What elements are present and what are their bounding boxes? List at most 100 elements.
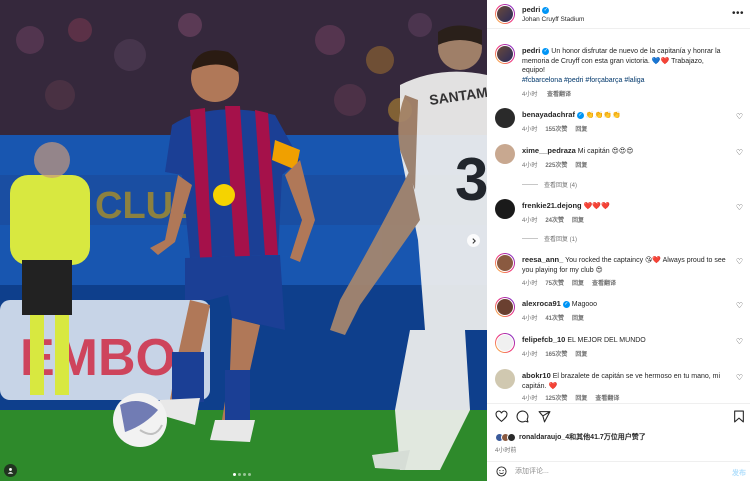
liker-avatars — [495, 432, 516, 442]
post-details-panel: pedri ✓ Johan Cruyff Stadium ••• pedri ✓ U… — [487, 0, 750, 481]
reply-button[interactable]: 回复 — [575, 396, 587, 402]
comment-text: felipefcb_10 EL MEJOR DEL MUNDO — [522, 335, 727, 346]
author-username[interactable]: pedri — [522, 5, 540, 14]
likes-text[interactable]: ronaldaraujo_4和其他41.7万位用户赞了 — [519, 432, 646, 442]
commenter-avatar[interactable] — [495, 369, 515, 389]
commenter-avatar[interactable] — [495, 297, 515, 317]
comment-likes[interactable]: 41次赞 — [545, 316, 564, 322]
comment-username[interactable]: xime__pedraza — [522, 146, 576, 155]
comment-username[interactable]: felipefcb_10 — [522, 335, 565, 344]
heart-icon[interactable]: ♡ — [736, 148, 743, 157]
emoji-icon[interactable] — [496, 466, 507, 477]
comment-icon[interactable] — [516, 410, 529, 423]
bookmark-icon[interactable] — [733, 410, 745, 423]
verified-icon: ✓ — [576, 111, 584, 119]
likes-summary[interactable]: ronaldaraujo_4和其他41.7万位用户赞了 — [495, 432, 646, 442]
heart-icon[interactable] — [495, 410, 508, 423]
comment-time: 4小时 — [522, 218, 538, 224]
carousel-dot — [238, 473, 241, 476]
location-link[interactable]: Johan Cruyff Stadium — [522, 16, 584, 23]
comment-text: alexroca91 ✓ Magooo — [522, 299, 727, 310]
caption-time: 4小时 — [522, 92, 538, 98]
comment-item: felipefcb_10 EL MEJOR DEL MUNDO 4小时 165次赞… — [495, 333, 745, 361]
comment-time: 4小时 — [522, 316, 538, 322]
comment-likes[interactable]: 125次赞 — [545, 396, 567, 402]
author-avatar[interactable] — [495, 44, 515, 64]
translate-link[interactable]: 查看翻译 — [547, 92, 571, 98]
more-icon[interactable]: ••• — [732, 9, 744, 19]
post-header: pedri ✓ Johan Cruyff Stadium ••• — [487, 0, 750, 29]
share-icon[interactable] — [538, 410, 551, 423]
comment-text: xime__pedraza Mi capitán 😍😍😍 — [522, 146, 727, 157]
jersey-number: 3 — [455, 146, 487, 213]
translate-link[interactable]: 查看翻译 — [592, 281, 616, 287]
reply-button[interactable]: 回复 — [572, 218, 584, 224]
comment-username[interactable]: frenkie21.dejong — [522, 201, 582, 210]
carousel-dot — [248, 473, 251, 476]
comment-username[interactable]: benayadachraf — [522, 110, 575, 119]
comment-text: frenkie21.dejong ❤️❤️❤️ — [522, 201, 727, 212]
comment-likes[interactable]: 24次赞 — [545, 218, 564, 224]
caption-body: Un honor disfrutar de nuevo de la capita… — [522, 48, 721, 74]
reply-divider — [522, 184, 538, 185]
comment-body: Magooo — [571, 301, 598, 308]
comment-likes[interactable]: 155次赞 — [545, 127, 567, 133]
view-replies-button[interactable]: 查看回复 (1) — [522, 234, 577, 243]
comment-body: Mi capitán 😍😍😍 — [577, 148, 634, 155]
commenter-avatar[interactable] — [495, 199, 515, 219]
post-comment-button[interactable]: 发布 — [732, 468, 746, 478]
reply-button[interactable]: 回复 — [572, 281, 584, 287]
comment-likes[interactable]: 165次赞 — [545, 352, 567, 358]
heart-icon[interactable]: ♡ — [736, 373, 743, 382]
post-photo[interactable]: CLUB EMBO SANTAMA 3 — [0, 0, 487, 481]
verified-icon: ✓ — [542, 6, 550, 14]
comment-text: abokr10 El brazalete de capitán se ve he… — [522, 371, 727, 391]
comment-username[interactable]: alexroca91 — [522, 299, 561, 308]
comment-username[interactable]: reesa_ann_ — [522, 255, 563, 264]
caption-username[interactable]: pedri — [522, 46, 540, 55]
commenter-avatar[interactable] — [495, 108, 515, 128]
caption: pedri ✓ Un honor disfrutar de nuevo de la… — [495, 44, 745, 100]
heart-icon[interactable]: ♡ — [736, 257, 743, 266]
carousel-dots — [233, 473, 251, 476]
heart-icon[interactable]: ♡ — [736, 203, 743, 212]
comment-likes[interactable]: 225次赞 — [545, 163, 567, 169]
comment-text: reesa_ann_ You rocked the captaincy 😘❤️ … — [522, 255, 727, 275]
caption-hashtags[interactable]: #fcbarcelona #pedri #forçabarça #laliga — [522, 77, 645, 84]
comment-text: benayadachraf ✓ 👏👏👏👏 — [522, 110, 727, 121]
comment-item: benayadachraf ✓ 👏👏👏👏 4小时 155次赞 回复 ♡ — [495, 108, 745, 136]
carousel-dot — [233, 473, 236, 476]
liker-avatar — [507, 432, 516, 442]
verified-icon: ✓ — [542, 47, 550, 55]
match-photo-illustration: CLUB EMBO SANTAMA 3 — [0, 0, 487, 481]
author-avatar[interactable] — [495, 4, 515, 24]
heart-icon[interactable]: ♡ — [736, 112, 743, 121]
view-replies-label[interactable]: 查看回复 (4) — [544, 180, 577, 189]
comment-username[interactable]: abokr10 — [522, 371, 551, 380]
reply-button[interactable]: 回复 — [572, 316, 584, 322]
carousel-dot — [243, 473, 246, 476]
comment-composer: 发布 — [487, 461, 750, 481]
comment-item: reesa_ann_ You rocked the captaincy 😘❤️ … — [495, 253, 745, 289]
view-replies-button[interactable]: 查看回复 (4) — [522, 180, 577, 189]
view-replies-label[interactable]: 查看回复 (1) — [544, 234, 577, 243]
reply-button[interactable]: 回复 — [575, 163, 587, 169]
comment-time: 4小时 — [522, 396, 538, 402]
comment-likes[interactable]: 75次赞 — [545, 281, 564, 287]
verified-icon: ✓ — [562, 300, 570, 308]
comment-body: EL MEJOR DEL MUNDO — [567, 337, 646, 344]
heart-icon[interactable]: ♡ — [736, 301, 743, 310]
user-tag-icon[interactable] — [4, 464, 17, 477]
commenter-avatar[interactable] — [495, 333, 515, 353]
translate-link[interactable]: 查看翻译 — [595, 396, 619, 402]
commenter-avatar[interactable] — [495, 144, 515, 164]
comment-body: El brazalete de capitán se ve hermoso en… — [522, 373, 721, 390]
comment-input[interactable] — [515, 465, 705, 478]
reply-button[interactable]: 回复 — [575, 352, 587, 358]
reply-button[interactable]: 回复 — [575, 127, 587, 133]
heart-icon[interactable]: ♡ — [736, 337, 743, 346]
post-time: 4小时前 — [495, 448, 517, 454]
next-arrow-icon[interactable] — [467, 234, 480, 247]
commenter-avatar[interactable] — [495, 253, 515, 273]
comment-time: 4小时 — [522, 352, 538, 358]
